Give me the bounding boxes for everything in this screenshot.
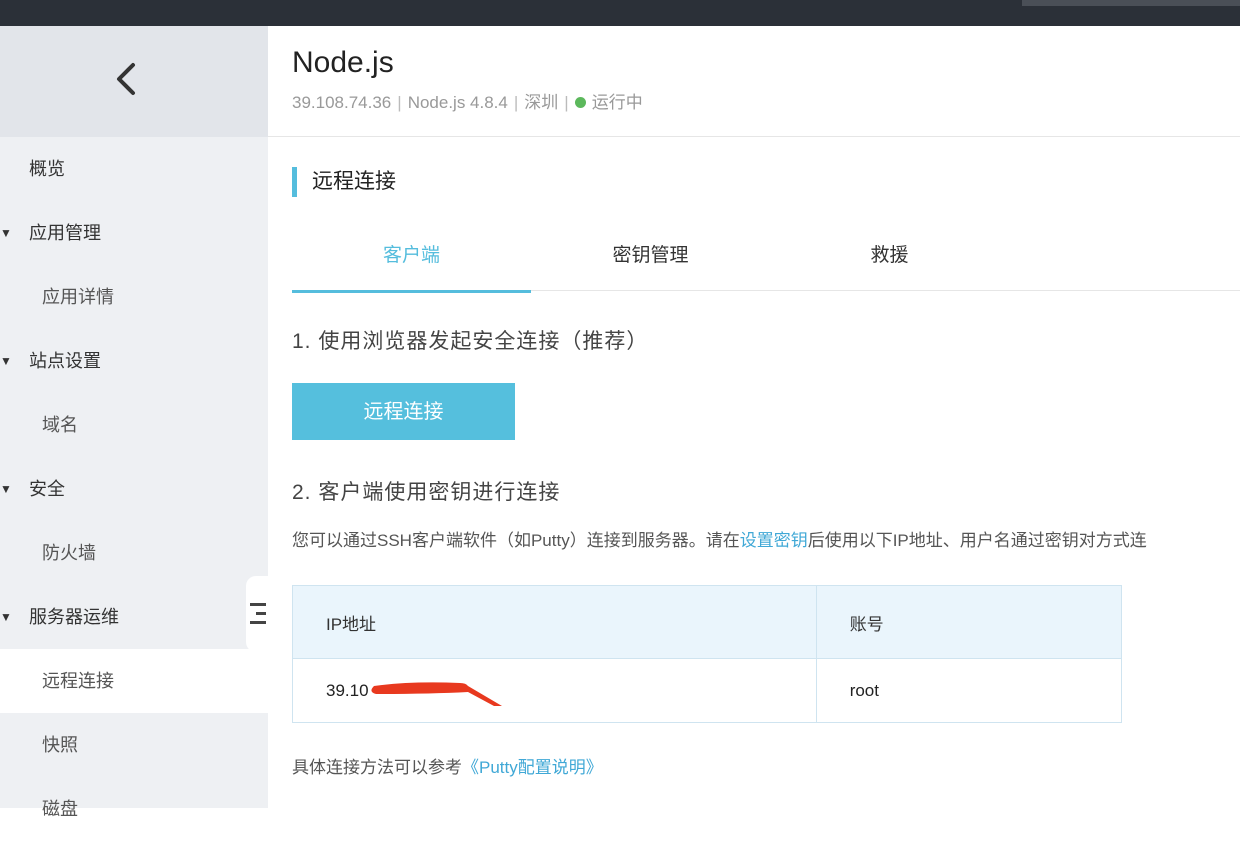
tab-rescue[interactable]: 救援: [770, 230, 1009, 290]
status-dot-icon: [574, 97, 586, 108]
step-1-heading: 1. 使用浏览器发起安全连接（推荐）: [292, 330, 649, 353]
sidebar-item-label: 域名: [42, 415, 78, 435]
sidebar: 概览 ▼ 应用管理 应用详情 ▼ 站点设置 域名 ▼ 安全 防火墙 ▼ 服务器运…: [0, 26, 268, 819]
sidebar-item-label: 站点设置: [29, 351, 101, 371]
redaction-mark: [371, 682, 502, 706]
sidebar-group-security[interactable]: ▼ 安全: [0, 457, 268, 521]
footer-note: 具体连接方法可以参考《Putty配置说明》: [292, 753, 603, 778]
remote-connect-button[interactable]: 远程连接: [292, 383, 515, 440]
step-2-description: 您可以通过SSH客户端软件（如Putty）连接到服务器。请在设置密钥后使用以下I…: [292, 526, 1147, 551]
sidebar-item-domain[interactable]: 域名: [0, 393, 268, 457]
top-bar-box: [1022, 0, 1240, 6]
sidebar-item-snapshot[interactable]: 快照: [0, 713, 268, 777]
sidebar-group-app-management[interactable]: ▼ 应用管理: [0, 201, 268, 265]
instance-meta: 39.108.74.36 | Node.js 4.8.4 | 深圳 | 运行中: [292, 93, 643, 112]
tab-client[interactable]: 客户端: [292, 230, 531, 293]
section-title: 远程连接: [292, 167, 396, 197]
sidebar-item-label: 磁盘: [42, 799, 78, 819]
sidebar-item-label: 应用详情: [42, 287, 114, 307]
sidebar-item-label: 安全: [29, 479, 65, 499]
tab-key-management[interactable]: 密钥管理: [531, 230, 770, 290]
column-header-account: 账号: [815, 585, 1123, 659]
table-header-row: IP地址 账号: [292, 585, 1123, 659]
instance-runtime: Node.js 4.8.4: [407, 93, 508, 112]
page-title: Node.js: [292, 46, 394, 79]
step-2-heading: 2. 客户端使用密钥进行连接: [292, 481, 561, 504]
set-key-link[interactable]: 设置密钥: [740, 531, 808, 550]
instance-region: 深圳: [524, 93, 559, 112]
sidebar-item-disk[interactable]: 磁盘: [0, 777, 268, 841]
caret-down-icon: ▼: [0, 610, 12, 624]
cell-account: root: [815, 658, 1123, 723]
sidebar-item-label: 快照: [42, 735, 78, 755]
caret-down-icon: ▼: [0, 482, 12, 496]
sidebar-item-label: 概览: [29, 159, 65, 179]
sidebar-collapse-handle[interactable]: [246, 576, 268, 652]
top-bar: [0, 0, 1240, 26]
desc-text-after: 后使用以下IP地址、用户名通过密钥对方式连: [807, 531, 1147, 550]
instance-ip: 39.108.74.36: [292, 93, 392, 112]
sidebar-item-overview[interactable]: 概览: [0, 137, 268, 201]
back-button[interactable]: [0, 26, 268, 137]
tab-bar: 客户端 密钥管理 救援: [292, 230, 1240, 293]
sidebar-group-server-ops[interactable]: ▼ 服务器运维: [0, 585, 268, 649]
chevron-left-icon: [117, 63, 135, 95]
sidebar-item-label: 应用管理: [29, 223, 101, 243]
sidebar-item-label: 防火墙: [42, 543, 96, 563]
sidebar-item-label: 远程连接: [42, 671, 114, 691]
putty-guide-link[interactable]: 《Putty配置说明》: [462, 758, 603, 777]
caret-down-icon: ▼: [0, 354, 12, 368]
desc-text-before: 您可以通过SSH客户端软件（如Putty）连接到服务器。请在: [292, 531, 740, 550]
sidebar-item-remote-connection[interactable]: 远程连接: [0, 649, 268, 713]
menu-collapse-icon: [250, 603, 266, 625]
caret-down-icon: ▼: [0, 226, 12, 240]
instance-header: Node.js 39.108.74.36 | Node.js 4.8.4 | 深圳 | 运行…: [268, 26, 1240, 137]
status-badge: 运行中: [591, 93, 643, 112]
sidebar-item-label: 服务器运维: [29, 607, 119, 627]
section-title-text: 远程连接: [312, 170, 396, 193]
sidebar-group-site-settings[interactable]: ▼ 站点设置: [0, 329, 268, 393]
section-accent-bar: [292, 167, 297, 197]
footer-note-text: 具体连接方法可以参考: [292, 758, 462, 777]
sidebar-item-app-details[interactable]: 应用详情: [0, 265, 268, 329]
column-header-ip: IP地址: [292, 585, 817, 659]
sidebar-item-firewall[interactable]: 防火墙: [0, 521, 268, 585]
